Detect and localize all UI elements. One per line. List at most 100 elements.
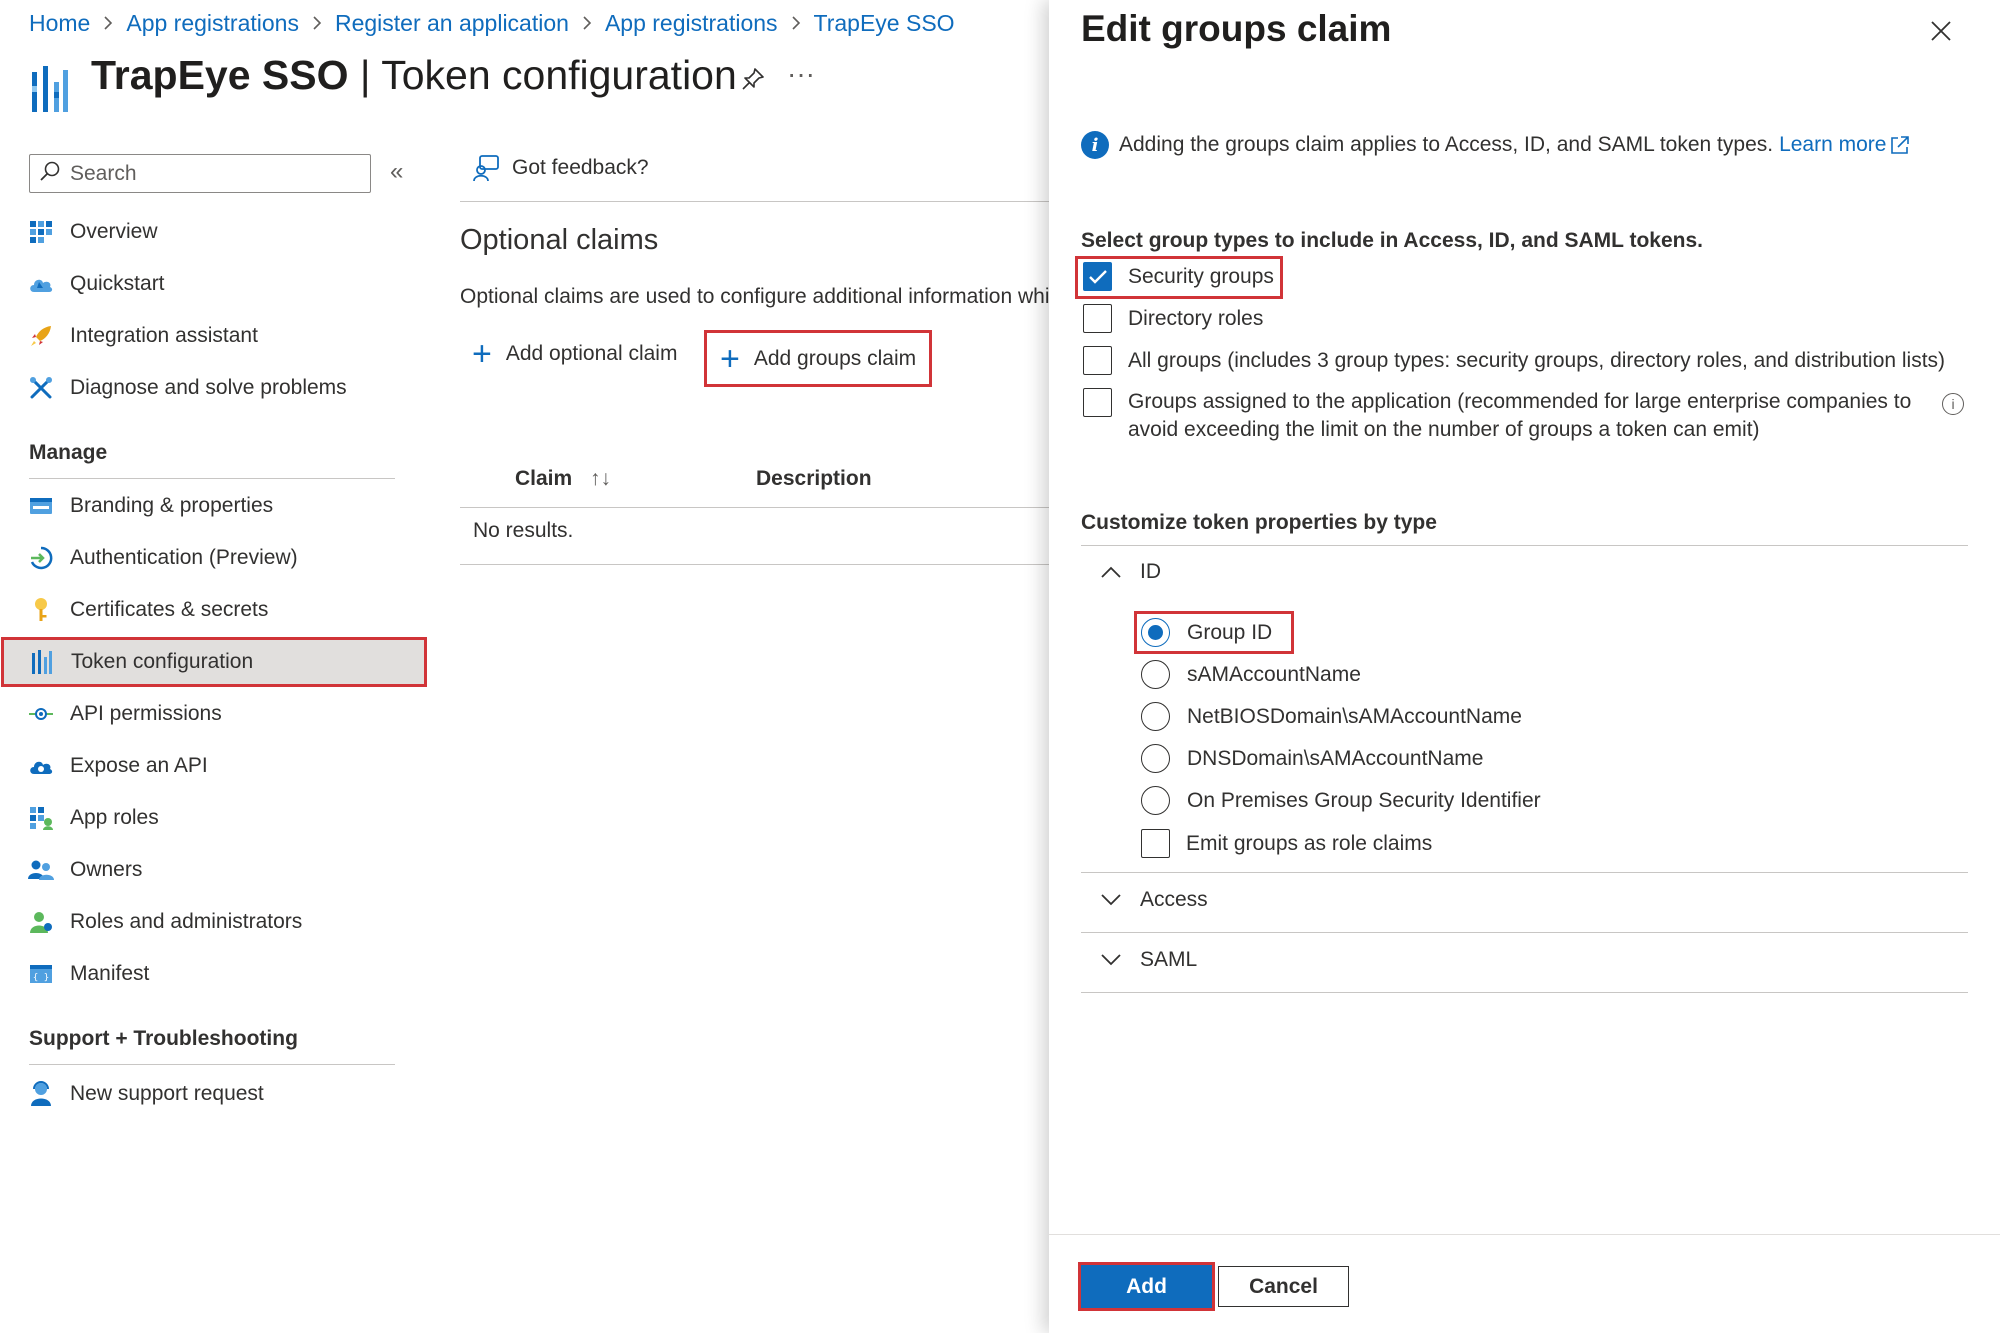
sidebar-item-token-configuration[interactable]: Token configuration	[1, 637, 427, 687]
checkbox-unchecked-icon[interactable]	[1083, 304, 1112, 333]
sidebar-item-roles-admins[interactable]: Roles and administrators	[0, 897, 425, 947]
pin-icon[interactable]	[737, 63, 769, 95]
checkbox-emit-role-claims[interactable]: Emit groups as role claims	[1141, 829, 1432, 858]
token-config-icon	[30, 66, 70, 114]
divider	[1081, 545, 1968, 546]
radio-unselected-icon[interactable]	[1141, 702, 1170, 731]
checkbox-all-groups[interactable]: All groups (includes 3 group types: secu…	[1083, 346, 1945, 375]
section-access-toggle[interactable]: Access	[1100, 888, 1208, 912]
radio-netbiosdomain[interactable]: NetBIOSDomain\sAMAccountName	[1141, 702, 1522, 731]
sidebar-item-expose-api[interactable]: Expose an API	[0, 741, 425, 791]
sidebar-item-quickstart[interactable]: Quickstart	[0, 259, 425, 309]
breadcrumb-home[interactable]: Home	[29, 10, 90, 37]
divider	[460, 201, 1050, 202]
radio-on-premises-sid[interactable]: On Premises Group Security Identifier	[1141, 786, 1541, 815]
radio-group-id[interactable]: Group ID	[1141, 618, 1272, 647]
more-options-button[interactable]: ···	[787, 58, 815, 90]
collapse-sidebar-button[interactable]: «	[390, 158, 403, 186]
sidebar-item-app-roles[interactable]: App roles	[0, 793, 425, 843]
checkbox-groups-assigned[interactable]: Groups assigned to the application (reco…	[1083, 388, 1923, 444]
checkbox-checked-icon[interactable]	[1083, 262, 1112, 291]
sidebar-item-certificates[interactable]: Certificates & secrets	[0, 585, 425, 635]
customize-label: Customize token properties by type	[1081, 511, 1437, 534]
column-header-description: Description	[756, 467, 872, 490]
search-icon	[39, 160, 61, 187]
checkbox-label: Security groups	[1128, 265, 1274, 288]
info-text: Adding the groups claim applies to Acces…	[1119, 133, 1774, 156]
add-button[interactable]: Add	[1078, 1262, 1215, 1311]
checkbox-security-groups[interactable]: Security groups	[1083, 262, 1274, 291]
owners-icon	[28, 857, 54, 883]
table-header-divider	[460, 507, 1050, 508]
radio-label: Group ID	[1187, 620, 1273, 644]
breadcrumb-register-application[interactable]: Register an application	[335, 10, 569, 37]
support-person-icon	[28, 1081, 54, 1107]
external-link-icon	[1891, 136, 1910, 154]
divider	[29, 1064, 395, 1065]
footer-divider	[1049, 1234, 2000, 1235]
sidebar-item-label: Quickstart	[70, 272, 165, 295]
rocket-icon	[28, 323, 54, 349]
section-saml-toggle[interactable]: SAML	[1100, 948, 1197, 972]
sidebar-item-manifest[interactable]: { } Manifest	[0, 949, 425, 999]
section-id-toggle[interactable]: ID	[1100, 560, 1161, 584]
feedback-icon	[473, 155, 499, 182]
breadcrumb: Home App registrations Register an appli…	[29, 8, 955, 38]
branding-icon	[28, 493, 54, 519]
sidebar-item-authentication[interactable]: Authentication (Preview)	[0, 533, 425, 583]
radio-unselected-icon[interactable]	[1141, 660, 1170, 689]
app-roles-icon	[28, 805, 54, 831]
sidebar-item-new-support-request[interactable]: New support request	[0, 1069, 425, 1119]
chevron-right-icon	[581, 15, 593, 31]
radio-samaccountname[interactable]: sAMAccountName	[1141, 660, 1361, 689]
close-icon[interactable]	[1924, 14, 1958, 48]
radio-dnsdomain[interactable]: DNSDomain\sAMAccountName	[1141, 744, 1483, 773]
info-tooltip-icon[interactable]: i	[1942, 393, 1964, 415]
sidebar-item-label: Diagnose and solve problems	[70, 376, 347, 399]
checkbox-label: Directory roles	[1128, 307, 1264, 330]
sidebar-item-integration-assistant[interactable]: Integration assistant	[0, 311, 425, 361]
chevron-right-icon	[790, 15, 802, 31]
sidebar-item-label: Manifest	[70, 962, 150, 985]
add-optional-claim-label: Add optional claim	[505, 342, 678, 365]
breadcrumb-trapeye-sso[interactable]: TrapEye SSO	[814, 10, 955, 37]
chevron-right-icon	[311, 15, 323, 31]
column-header-claim[interactable]: Claim ↑↓	[515, 467, 611, 491]
breadcrumb-app-registrations[interactable]: App registrations	[126, 10, 299, 37]
radio-selected-icon[interactable]	[1141, 618, 1170, 647]
checkbox-unchecked-icon[interactable]	[1141, 829, 1170, 858]
section-label: SAML	[1140, 948, 1198, 971]
checkbox-unchecked-icon[interactable]	[1083, 346, 1112, 375]
page-title-app: TrapEye SSO	[91, 52, 349, 98]
add-groups-claim-button[interactable]: + Add groups claim	[704, 330, 933, 387]
roles-admins-icon	[28, 909, 54, 935]
sidebar-item-owners[interactable]: Owners	[0, 845, 425, 895]
sidebar-item-diagnose[interactable]: Diagnose and solve problems	[0, 363, 425, 413]
radio-unselected-icon[interactable]	[1141, 744, 1170, 773]
sidebar-item-label: Token configuration	[71, 650, 254, 673]
page-title-separator: |	[348, 52, 382, 98]
sort-icon[interactable]: ↑↓	[590, 467, 611, 490]
checkbox-unchecked-icon[interactable]	[1083, 388, 1112, 417]
manage-section-title: Manage	[29, 441, 108, 464]
chevron-up-icon	[1100, 561, 1122, 583]
svg-text:{ }: { }	[33, 973, 49, 983]
sidebar-item-branding[interactable]: Branding & properties	[0, 481, 425, 531]
breadcrumb-app-registrations-2[interactable]: App registrations	[605, 10, 778, 37]
feedback-button[interactable]: Got feedback?	[472, 154, 649, 182]
cancel-button[interactable]: Cancel	[1218, 1266, 1349, 1307]
checkbox-directory-roles[interactable]: Directory roles	[1083, 304, 1263, 333]
search-box[interactable]	[29, 154, 371, 193]
radio-unselected-icon[interactable]	[1141, 786, 1170, 815]
api-permissions-icon	[28, 701, 54, 727]
sidebar-item-api-permissions[interactable]: API permissions	[0, 689, 425, 739]
sidebar-item-overview[interactable]: Overview	[0, 207, 425, 257]
search-input[interactable]	[70, 161, 360, 186]
section-label: ID	[1140, 560, 1161, 583]
add-optional-claim-button[interactable]: + Add optional claim	[472, 337, 677, 371]
token-config-icon	[29, 649, 55, 675]
learn-more-link[interactable]: Learn more	[1779, 133, 1911, 157]
sidebar-item-label: App roles	[70, 806, 159, 829]
table-empty-message: No results.	[473, 519, 574, 542]
divider	[1081, 992, 1968, 993]
